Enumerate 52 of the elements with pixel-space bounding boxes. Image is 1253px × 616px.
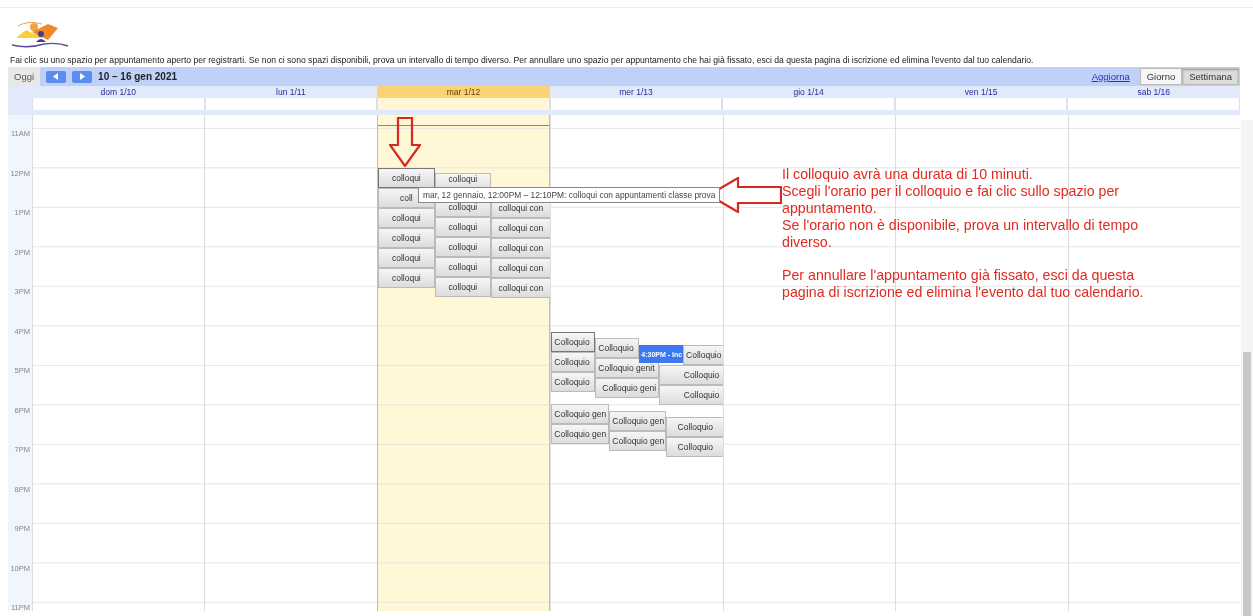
appointment-slot[interactable]: Colloquio gen [609, 411, 667, 431]
appointment-slot[interactable]: colloqui con [490, 218, 551, 238]
appointment-slot[interactable]: Colloquio gen [551, 424, 610, 444]
appointment-slot[interactable]: Colloquio [666, 437, 725, 457]
appointment-slot[interactable]: Colloquio genit [595, 358, 660, 378]
appointment-slot[interactable]: colloqui [434, 257, 491, 277]
appointment-slot[interactable]: Colloquio [595, 338, 640, 358]
appointment-slot[interactable]: Colloquio gen [551, 404, 610, 424]
appointment-slot[interactable]: colloqui con [490, 278, 551, 298]
appointment-slot[interactable]: colloqui [377, 228, 435, 248]
event-tooltip: mar, 12 gennaio, 12:00PM – 12:10PM: colloqui con appuntamenti classe prova [418, 187, 721, 203]
appointment-slot[interactable]: Colloquio geni [595, 378, 660, 398]
appointment-slot[interactable]: Colloquio gen [609, 431, 667, 451]
today-button[interactable]: Oggi [8, 67, 41, 86]
appointment-slot[interactable]: colloqui [434, 237, 491, 257]
appointment-slot[interactable]: colloqui con [490, 238, 551, 258]
appointment-slot[interactable]: Colloquio [666, 417, 725, 437]
appointment-slot[interactable]: colloqui [377, 168, 435, 188]
view-tab[interactable]: Giorno [1139, 68, 1183, 85]
instruction-note: Il colloquio avrà una durata di 10 minuti. [782, 166, 1034, 183]
down-arrow-icon [389, 117, 421, 167]
instruction-note: Scegli l'orario per il colloquio e fai clic sullo spazio per appuntamento. [782, 183, 1121, 217]
appointment-slot[interactable]: Colloquio [551, 372, 596, 392]
day-label: sab 1/16 [1136, 86, 1172, 98]
day-label: mer 1/13 [618, 86, 654, 98]
day-label: lun 1/11 [275, 86, 307, 98]
day-label: gio 1/14 [792, 86, 825, 98]
appointment-slot[interactable]: colloqui [377, 268, 435, 288]
instruction-note: Se l'orario non è disponibile, prova un intervallo di tempo diverso. [782, 217, 1140, 251]
appointment-slot[interactable]: Colloquio [551, 332, 596, 352]
day-label: mar 1/12 [445, 86, 482, 98]
previous-button[interactable] [46, 70, 67, 83]
day-label: ven 1/15 [963, 86, 999, 98]
appointment-slot[interactable]: Colloquio [659, 385, 725, 405]
appointment-slot[interactable]: colloqui [434, 277, 491, 297]
left-triangle-icon [53, 73, 60, 80]
appointment-slot[interactable]: Colloquio [683, 345, 725, 365]
next-button[interactable] [72, 70, 93, 83]
appointment-slot[interactable]: colloqui con [490, 258, 551, 278]
date-range: 10 – 16 gen 2021 [98, 71, 179, 82]
appointment-slot[interactable]: colloqui [434, 217, 491, 237]
scrollbar[interactable] [1241, 120, 1253, 616]
appointment-slot[interactable]: Colloquio [551, 352, 596, 372]
day-label: dom 1/10 [99, 86, 137, 98]
instructions-text: Fai clic su uno spazio per appuntamento aperto per registrarti. Se non ci sono spazi disponibili, prova un intervallo di tempo diverso. Per annullare uno spazio per appuntamento che hai già fissato, esci da questa pagina di iscrizione ed elimina l'evento dal tuo calendario. [9, 54, 1035, 67]
right-triangle-icon [79, 73, 86, 80]
appointment-slot[interactable]: colloqui [377, 248, 435, 268]
view-tab[interactable]: Settimana [1182, 68, 1239, 85]
appointment-slot[interactable]: colloqui [377, 208, 435, 228]
appointment-slot[interactable]: Colloquio [659, 365, 725, 385]
instruction-note: Per annullare l'appuntamento già fissato, esci da questa pagina di iscrizione ed elimina l'evento dal tuo calendario. [782, 267, 1145, 301]
refresh-link[interactable]: Aggiorna [1091, 71, 1130, 82]
